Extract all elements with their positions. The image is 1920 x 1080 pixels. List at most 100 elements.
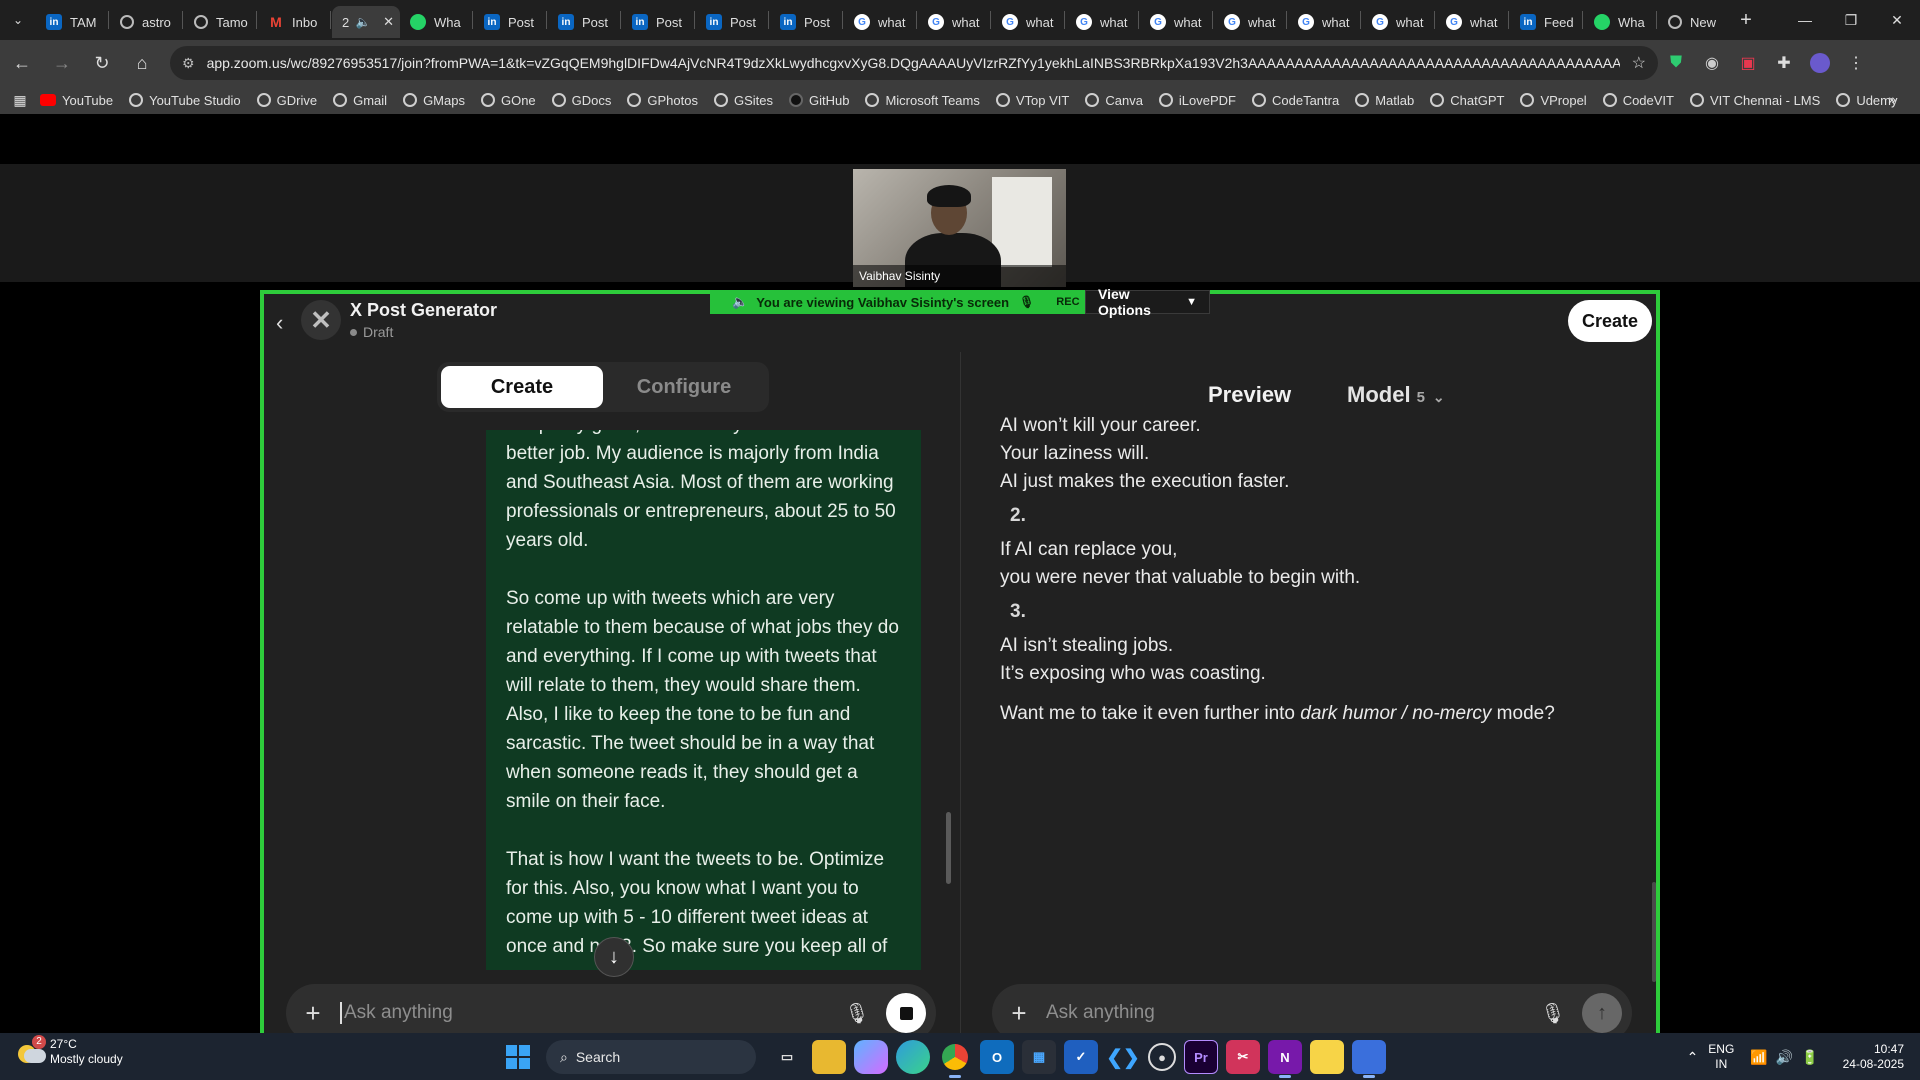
bookmark-item[interactable]: GDrive: [256, 93, 317, 108]
bookmark-item[interactable]: VTop VIT: [995, 93, 1069, 108]
bookmark-item[interactable]: YouTube: [40, 93, 113, 108]
forward-arrow-icon[interactable]: →: [44, 45, 80, 81]
tab-create[interactable]: Create: [441, 366, 603, 408]
network-volume-battery-icons[interactable]: 📶🔊🔋: [1750, 1049, 1826, 1066]
browser-tab[interactable]: Wha: [400, 6, 471, 38]
view-options-button[interactable]: View Options ▼: [1085, 286, 1210, 318]
premiere-icon[interactable]: Pr: [1184, 1040, 1218, 1074]
browser-tab[interactable]: in Post: [770, 6, 841, 38]
zoom-app-icon[interactable]: [1352, 1040, 1386, 1078]
bookmark-item[interactable]: GMaps: [403, 93, 465, 108]
bookmark-star-icon[interactable]: ☆: [1632, 53, 1646, 73]
bookmark-item[interactable]: GDocs: [551, 93, 611, 108]
language-indicator[interactable]: ENG IN: [1708, 1042, 1734, 1072]
browser-tab[interactable]: Gwhat: [844, 6, 915, 38]
browser-tab[interactable]: in Post: [696, 6, 767, 38]
vscode-icon[interactable]: ❮❯: [1106, 1040, 1140, 1074]
browser-tab[interactable]: M Inbo: [258, 6, 329, 38]
restore-icon[interactable]: ❐: [1828, 0, 1874, 40]
browser-tab[interactable]: Gwhat: [1362, 6, 1433, 38]
pocket-extension-icon[interactable]: ▣: [1730, 45, 1766, 81]
obs-icon[interactable]: ●: [1148, 1043, 1176, 1071]
back-arrow-icon[interactable]: ←: [4, 45, 40, 81]
close-tab-icon[interactable]: ✕: [383, 14, 394, 30]
attach-plus-icon[interactable]: +: [992, 998, 1046, 1029]
extensions-puzzle-icon[interactable]: ✚: [1766, 45, 1802, 81]
gpt-avatar[interactable]: ✕: [301, 300, 341, 340]
minimize-icon[interactable]: —: [1782, 0, 1828, 40]
store-icon[interactable]: ▦: [1022, 1040, 1056, 1074]
browser-tab[interactable]: in Post: [548, 6, 619, 38]
windows-start-icon[interactable]: [500, 1039, 536, 1075]
bookmark-item[interactable]: Microsoft Teams: [865, 93, 980, 108]
home-icon[interactable]: ⌂: [124, 45, 160, 81]
mic-icon[interactable]: 🎙: [842, 1001, 872, 1026]
send-arrow-icon[interactable]: ↑: [1582, 993, 1622, 1033]
browser-tab[interactable]: Gwhat: [1288, 6, 1359, 38]
attach-plus-icon[interactable]: +: [286, 998, 340, 1029]
model-selector[interactable]: Model 5 ⌄: [1347, 382, 1445, 408]
browser-tab[interactable]: in TAM: [36, 6, 107, 38]
copilot-icon[interactable]: [854, 1040, 888, 1074]
snipping-tool-icon[interactable]: ✂: [1226, 1040, 1260, 1074]
browser-tab[interactable]: Gwhat: [1214, 6, 1285, 38]
task-view-icon[interactable]: ▭: [770, 1040, 804, 1074]
preview-input[interactable]: Ask anything: [1046, 1002, 1538, 1024]
clock[interactable]: 10:47 24-08-2025: [1843, 1042, 1904, 1072]
site-info-icon[interactable]: ⚙: [182, 55, 195, 72]
browser-tab[interactable]: Gwhat: [1436, 6, 1507, 38]
tray-overflow-chevron-icon[interactable]: ⌃: [1687, 1049, 1699, 1066]
builder-scrollbar[interactable]: [946, 812, 951, 884]
builder-input[interactable]: Ask anything: [340, 1001, 842, 1024]
browser-tab[interactable]: Gwhat: [1066, 6, 1137, 38]
bookmark-item[interactable]: Canva: [1085, 93, 1143, 108]
browser-tab[interactable]: astro: [110, 6, 181, 38]
bookmark-item[interactable]: YouTube Studio: [129, 93, 241, 108]
taskbar-search[interactable]: ⌕ Search: [546, 1040, 756, 1074]
browser-tab[interactable]: New: [1658, 6, 1729, 38]
browser-tab[interactable]: Gwhat: [918, 6, 989, 38]
tab-configure[interactable]: Configure: [603, 366, 765, 408]
camera-extension-icon[interactable]: ◉: [1694, 45, 1730, 81]
address-url[interactable]: app.zoom.us/wc/89276953517/join?fromPWA=…: [207, 55, 1620, 71]
close-window-icon[interactable]: ✕: [1874, 0, 1920, 40]
preview-scrollbar[interactable]: [1652, 882, 1656, 982]
bookmark-item[interactable]: GOne: [480, 93, 536, 108]
bookmark-item[interactable]: ChatGPT: [1430, 93, 1504, 108]
outlook-icon[interactable]: O: [980, 1040, 1014, 1074]
create-button[interactable]: Create: [1568, 300, 1652, 342]
bookmark-item[interactable]: CodeTantra: [1252, 93, 1339, 108]
bookmark-item[interactable]: Gmail: [333, 93, 387, 108]
browser-tab[interactable]: in Post: [622, 6, 693, 38]
browser-tab[interactable]: Gwhat: [992, 6, 1063, 38]
scroll-down-arrow-icon[interactable]: ↓: [594, 937, 634, 977]
chrome-icon[interactable]: [938, 1040, 972, 1078]
bookmarks-overflow-icon[interactable]: »: [1888, 91, 1896, 107]
participant-video-tile[interactable]: Vaibhav Sisinty: [853, 169, 1066, 287]
back-chevron-icon[interactable]: ‹: [276, 310, 283, 336]
bookmark-item[interactable]: GSites: [713, 93, 773, 108]
bookmark-item[interactable]: GPhotos: [627, 93, 698, 108]
browser-tab[interactable]: Tamo: [184, 6, 255, 38]
mic-icon[interactable]: 🎙: [1538, 1001, 1568, 1026]
browser-tab[interactable]: Gwhat: [1140, 6, 1211, 38]
bookmark-item[interactable]: iLovePDF: [1158, 93, 1236, 108]
browser-tab[interactable]: Wha: [1584, 6, 1655, 38]
weather-widget[interactable]: 2 27°C Mostly cloudy: [14, 1035, 123, 1067]
bookmark-item[interactable]: Matlab: [1355, 93, 1414, 108]
browser-tab[interactable]: in Post: [474, 6, 545, 38]
browser-tab[interactable]: in Feed: [1510, 6, 1581, 38]
bookmark-item[interactable]: VPropel: [1520, 93, 1587, 108]
profile-avatar-icon[interactable]: [1802, 45, 1838, 81]
bookmark-item[interactable]: VIT Chennai - LMS: [1690, 93, 1820, 108]
new-tab-plus-icon[interactable]: +: [1729, 9, 1763, 32]
onenote-icon[interactable]: N: [1268, 1040, 1302, 1078]
browser-menu-icon[interactable]: ⋮: [1838, 45, 1874, 81]
bookmark-item[interactable]: GitHub: [789, 93, 849, 108]
stop-generating-button[interactable]: [886, 993, 926, 1033]
browser-tab[interactable]: 2 🔈 ✕: [332, 6, 400, 38]
edge-icon[interactable]: [896, 1040, 930, 1074]
sticky-notes-icon[interactable]: [1310, 1040, 1344, 1074]
shield-extension-icon[interactable]: ⛊: [1658, 45, 1694, 81]
todo-icon[interactable]: ✓: [1064, 1040, 1098, 1074]
